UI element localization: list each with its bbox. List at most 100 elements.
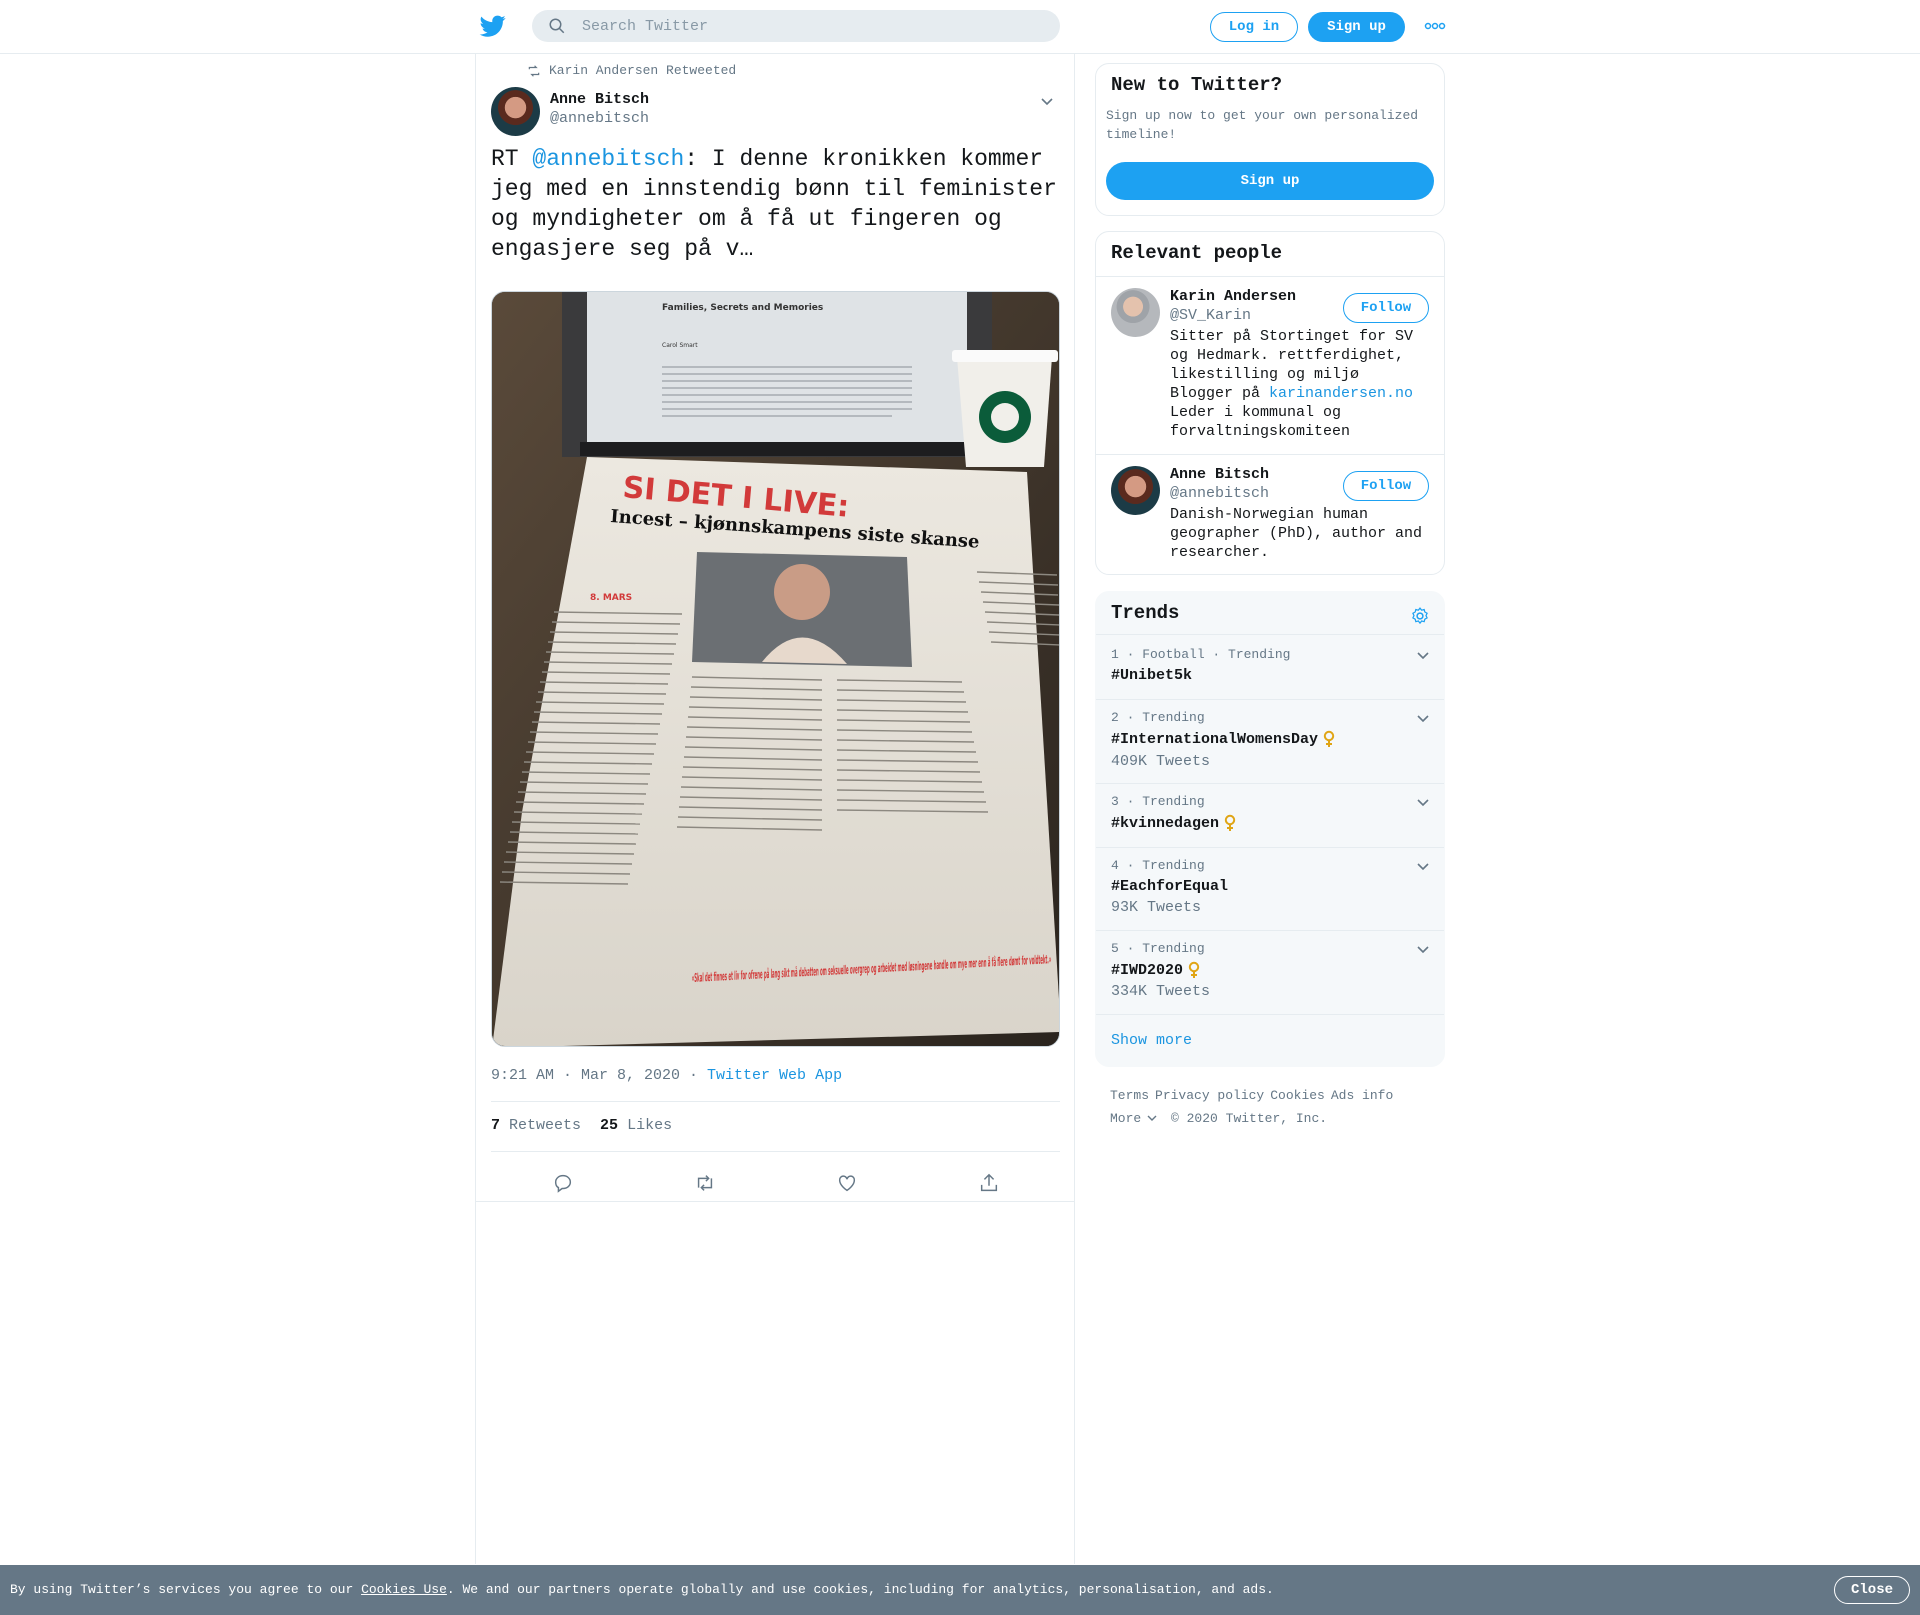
sidebar-footer: Terms Privacy policy Cookies Ads info More …: [1110, 1084, 1440, 1130]
chevron-down-icon[interactable]: [1415, 941, 1431, 957]
trend-name: #InternationalWomensDay: [1111, 730, 1336, 748]
signup-button[interactable]: Sign up: [1308, 12, 1405, 42]
retweet-icon[interactable]: [694, 1172, 716, 1194]
person-avatar[interactable]: [1111, 288, 1160, 337]
trend-item[interactable]: 5 · Trending #IWD2020 334K Tweets: [1096, 931, 1444, 1015]
gear-icon[interactable]: [1410, 606, 1430, 626]
retweets-count: 7: [491, 1117, 501, 1134]
chevron-down-icon[interactable]: [1039, 93, 1055, 109]
follow-button[interactable]: Follow: [1343, 471, 1429, 501]
login-button[interactable]: Log in: [1210, 12, 1298, 42]
female-symbol-icon: [1323, 730, 1335, 747]
newspaper-date-label: 8. MARS: [590, 593, 632, 603]
footer-more-menu[interactable]: More: [1110, 1111, 1157, 1126]
likes-label: Likes: [627, 1117, 673, 1134]
trend-name-text: #Unibet5k: [1111, 667, 1193, 684]
person-bio: Sitter på Stortinget for SV og Hedmark. …: [1170, 327, 1430, 441]
tweet-actions: [491, 1164, 1060, 1200]
trend-name: #Unibet5k: [1111, 667, 1192, 684]
search-input[interactable]: [582, 17, 1022, 35]
trend-name: #EachforEqual: [1111, 878, 1228, 895]
likes-count: 25: [600, 1117, 619, 1134]
trend-tweet-count: 409K Tweets: [1111, 753, 1211, 770]
chevron-down-icon[interactable]: [1415, 858, 1431, 874]
more-options-icon[interactable]: [1424, 20, 1446, 32]
trend-item[interactable]: 3 · Trending #kvinnedagen: [1096, 784, 1444, 848]
author-avatar[interactable]: [491, 87, 540, 136]
footer-link-ads-info[interactable]: Ads info: [1331, 1088, 1393, 1103]
trend-item[interactable]: 1 · Football · Trending #Unibet5k: [1096, 637, 1444, 700]
search-bar[interactable]: [532, 10, 1060, 42]
author-name[interactable]: Anne Bitsch: [550, 91, 649, 108]
chevron-down-icon[interactable]: [1415, 710, 1431, 726]
divider: [1096, 454, 1444, 455]
trend-item[interactable]: 4 · Trending #EachforEqual 93K Tweets: [1096, 848, 1444, 931]
divider: [476, 1201, 1074, 1202]
trend-name-text: #EachforEqual: [1111, 878, 1229, 895]
female-symbol-icon: [1224, 814, 1236, 831]
share-icon[interactable]: [978, 1172, 1000, 1194]
trend-name: #IWD2020: [1111, 961, 1201, 979]
trends-title: Trends: [1096, 592, 1444, 635]
cookie-consent-bar: By using Twitter’s services you agree to…: [0, 1565, 1920, 1615]
person-avatar[interactable]: [1111, 466, 1160, 515]
relevant-people-card: Relevant people Karin Andersen @SV_Karin…: [1095, 231, 1445, 575]
trend-name-text: #IWD2020: [1111, 961, 1184, 979]
tweet-timestamp-line: 9:21 AM · Mar 8, 2020 · Twitter Web App: [491, 1067, 842, 1084]
retweets-label: Retweets: [509, 1117, 582, 1134]
tweet-author[interactable]: Anne Bitsch @annebitsch: [491, 87, 649, 136]
cookies-use-link[interactable]: Cookies Use: [361, 1582, 447, 1597]
footer-copyright: © 2020 Twitter, Inc.: [1171, 1111, 1328, 1126]
trend-meta: 2 · Trending: [1111, 710, 1205, 725]
person-bio-link[interactable]: karinandersen.no: [1269, 385, 1413, 402]
cookie-message: By using Twitter’s services you agree to…: [10, 1582, 1274, 1597]
signup-card-title: New to Twitter?: [1111, 74, 1283, 96]
trend-name-text: #kvinnedagen: [1111, 814, 1220, 832]
retweet-context-text: Karin Andersen Retweeted: [549, 63, 737, 78]
signup-card-subtitle: Sign up now to get your own personalized…: [1106, 108, 1419, 142]
trend-meta: 1 · Football · Trending: [1111, 647, 1291, 662]
tweet-source-link[interactable]: Twitter Web App: [707, 1067, 842, 1084]
cookie-message-text: By using Twitter’s services you agree to…: [10, 1582, 362, 1597]
reply-icon[interactable]: [552, 1172, 574, 1194]
retweet-context[interactable]: Karin Andersen Retweeted: [527, 63, 736, 78]
footer-link-cookies[interactable]: Cookies: [1270, 1088, 1325, 1103]
trend-item[interactable]: 2 · Trending #InternationalWomensDay 409…: [1096, 700, 1444, 784]
like-icon[interactable]: [836, 1172, 858, 1194]
tweet-photo[interactable]: Families, Secrets and Memories Carol Sma…: [491, 291, 1060, 1047]
top-navbar: Log in Sign up: [0, 0, 1920, 54]
retweets-stat[interactable]: 7 Retweets: [491, 1117, 581, 1134]
tweet-mention-link[interactable]: @annebitsch: [532, 146, 684, 172]
retweet-small-icon: [528, 64, 540, 77]
footer-link-privacy[interactable]: Privacy policy: [1155, 1088, 1264, 1103]
chevron-down-icon[interactable]: [1415, 647, 1431, 663]
chevron-down-icon[interactable]: [1415, 794, 1431, 810]
likes-stat[interactable]: 25 Likes: [600, 1117, 672, 1134]
meta-separator: ·: [680, 1067, 708, 1084]
cookie-message-text: . We and our partners operate globally a…: [446, 1582, 1274, 1597]
trend-meta: 5 · Trending: [1111, 941, 1205, 956]
relevant-people-title: Relevant people: [1096, 232, 1444, 277]
female-symbol-icon: [1188, 961, 1200, 978]
newspaper-photo-image: Families, Secrets and Memories Carol Sma…: [492, 292, 1059, 1046]
person-bio-text: Leder i kommunal og forvaltningskomiteen: [1170, 404, 1351, 440]
show-more-trends-link[interactable]: Show more: [1111, 1032, 1192, 1049]
author-handle[interactable]: @annebitsch: [550, 110, 649, 127]
signup-card-button[interactable]: Sign up: [1106, 162, 1434, 200]
trends-card: Trends 1 · Football · Trending #Unibet5k…: [1095, 591, 1445, 1067]
trend-meta: 4 · Trending: [1111, 858, 1205, 873]
trend-meta: 3 · Trending: [1111, 794, 1205, 809]
tweet-stats: 7 Retweets 25 Likes: [491, 1117, 672, 1134]
chevron-down-icon: [1147, 1115, 1157, 1121]
laptop-doc-author: Carol Smart: [662, 342, 698, 349]
twitter-bird-icon[interactable]: [479, 13, 507, 39]
new-to-twitter-card: New to Twitter? Sign up now to get your …: [1095, 63, 1445, 216]
footer-more-label: More: [1110, 1111, 1142, 1126]
tweet-timestamp[interactable]: 9:21 AM · Mar 8, 2020: [491, 1067, 680, 1084]
search-icon: [549, 18, 565, 34]
close-cookie-bar-button[interactable]: Close: [1834, 1576, 1910, 1604]
trend-tweet-count: 93K Tweets: [1111, 899, 1202, 916]
follow-button[interactable]: Follow: [1343, 293, 1429, 323]
trend-tweet-count: 334K Tweets: [1111, 983, 1211, 1000]
footer-link-terms[interactable]: Terms: [1110, 1088, 1149, 1103]
